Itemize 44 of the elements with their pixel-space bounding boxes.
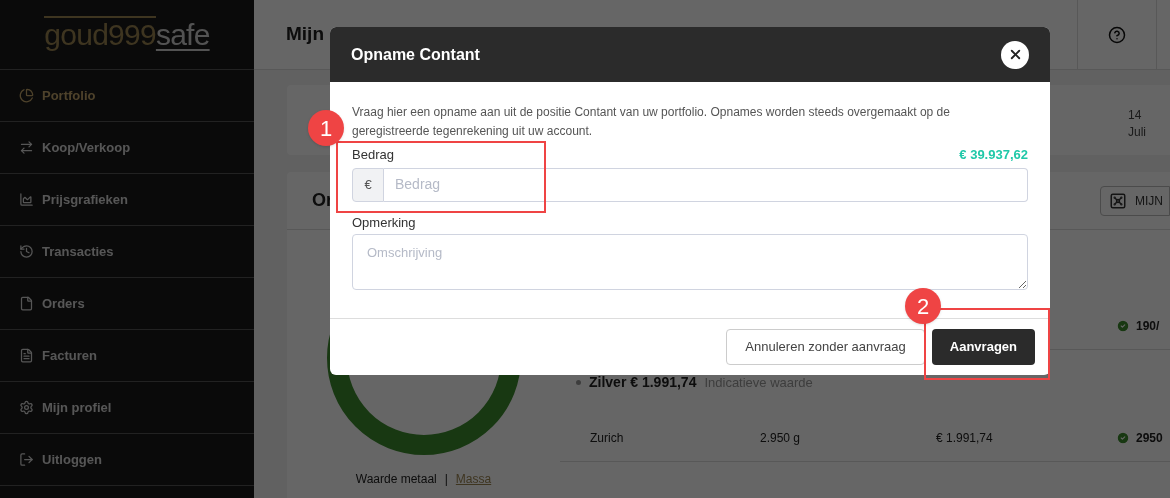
page-title: Mijn	[285, 22, 324, 47]
area-chart-icon	[19, 192, 34, 207]
sidebar-item[interactable]: Prijsgrafieken	[0, 174, 254, 226]
chart-caption: Waarde metaal	[355, 471, 437, 488]
document-icon	[19, 296, 34, 311]
sidebar-item[interactable]: Portfolio	[0, 70, 254, 122]
close-button[interactable]	[1001, 40, 1029, 69]
table-cell: Zurich	[590, 431, 624, 445]
balance-amount: € 39.937,62	[959, 146, 1028, 164]
separator: |	[444, 471, 448, 488]
date-month: Juli	[1128, 124, 1147, 141]
field-label: Opmerking	[352, 213, 417, 232]
check-icon	[1116, 431, 1130, 445]
table-cell: 2.950 g	[760, 431, 801, 445]
metal-heading: Zilver € 1.991,74	[589, 373, 697, 392]
table-cell: € 1.991,74	[936, 431, 993, 445]
settings-icon	[19, 400, 34, 415]
sidebar-item[interactable]: Uitloggen	[0, 434, 254, 486]
cancel-button[interactable]: Annuleren zonder aanvraag	[726, 329, 925, 365]
table-cell-text: 190/	[1136, 318, 1160, 335]
amount-field[interactable]: Bedrag	[384, 167, 1028, 202]
remark-field[interactable]: Omschrijving	[352, 234, 1028, 290]
mass-link[interactable]: Massa	[455, 470, 492, 488]
swap-arrows-icon	[19, 140, 34, 155]
submit-button[interactable]: Aanvragen	[931, 329, 1035, 365]
sidebar-item[interactable]: Koop/Verkoop	[0, 122, 254, 174]
date-day: 14	[1128, 107, 1150, 124]
invoice-icon	[19, 348, 34, 363]
safe-icon	[1109, 191, 1127, 210]
safe-button[interactable]: MIJN	[1100, 185, 1170, 216]
help-icon[interactable]	[1108, 25, 1126, 44]
modal-description: Vraag hier een opname aan uit de positie Contant van uw portfolio. Opnames worden steeds overgemaakt op de geregistreerde tegenrekening uit uw account.	[352, 104, 951, 140]
logout-icon	[19, 452, 34, 467]
sidebar-item[interactable]: Orders	[0, 278, 254, 330]
modal-title: Opname Contant	[351, 44, 480, 65]
currency-addon: €	[352, 167, 384, 202]
field-label: Bedrag	[352, 146, 394, 164]
sidebar-item[interactable]: Facturen	[0, 330, 254, 382]
sidebar-item[interactable]: Transacties	[0, 226, 254, 278]
pie-chart-icon	[19, 88, 34, 103]
history-icon	[19, 244, 34, 259]
sidebar-item[interactable]: Mijn profiel	[0, 382, 254, 434]
check-icon	[1116, 319, 1130, 333]
table-cell-text: 2950	[1136, 430, 1163, 447]
